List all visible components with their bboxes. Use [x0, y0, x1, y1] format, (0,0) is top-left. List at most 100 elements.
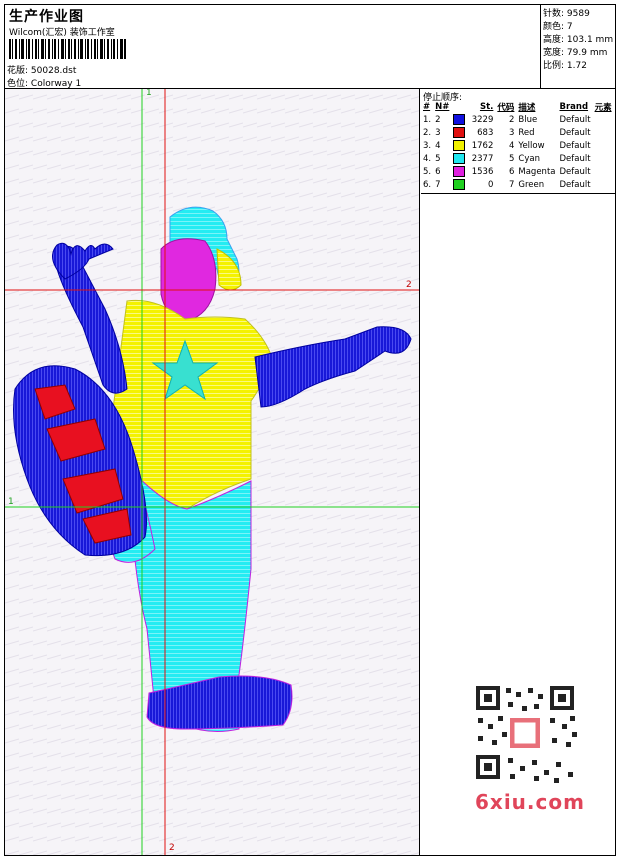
cell-needle: 6: [435, 166, 441, 177]
design-file-line: 花版: 50028.dst: [7, 63, 76, 76]
cell-brand: Default: [559, 179, 591, 190]
cell-code: 7: [508, 179, 515, 190]
stat-label: 针数:: [543, 9, 565, 19]
cell-code: 3: [508, 127, 515, 138]
stat-label: 宽度:: [543, 48, 565, 58]
cell-brand: Default: [559, 140, 591, 151]
col-header: N#: [435, 102, 450, 112]
cell-index: 5.: [423, 166, 432, 177]
cell-stitches: 2377: [452, 152, 496, 165]
stitch-count: 1762: [471, 141, 494, 151]
cell-element: [594, 152, 615, 165]
stat-stitches: 针数: 9589: [543, 6, 590, 19]
table-header-row: # N# St. 代码 描述 Brand 元素: [422, 101, 615, 113]
cell-index: 2.: [423, 127, 432, 138]
stat-label: 高度:: [543, 35, 565, 45]
col-header: Brand: [559, 102, 589, 112]
production-worksheet: 生产作业图 Wilcom(汇宏) 装饰工作室 花版: 50028.dst 色位:…: [0, 0, 620, 861]
cell-element: [594, 165, 615, 178]
page-title: 生产作业图: [9, 9, 84, 25]
stop-sequence-panel: 停止顺序: # N# St. 代码 描述 Brand 元素 1. 2 3229 2 Bl…: [421, 89, 615, 194]
table-row: 6. 7 0 7 Green Default: [422, 178, 615, 191]
cell-needle: 3: [435, 127, 441, 138]
stats-panel: 针数: 9589 颜色: 7 高度: 103.1 mm 宽度: 79.9 mm …: [541, 5, 615, 89]
cell-stitches: 0: [452, 178, 496, 191]
table-row: 3. 4 1762 4 Yellow Default: [422, 139, 615, 152]
cell-description: Yellow: [518, 140, 545, 151]
cell-needle: 2: [435, 114, 441, 125]
company-name: Wilcom(汇宏) 装饰工作室: [9, 28, 115, 38]
watermark-text: 6xiu.com: [475, 790, 585, 814]
col-header: #: [423, 102, 431, 112]
cell-description: Green: [518, 179, 545, 190]
stat-value: 1.72: [566, 61, 587, 71]
stat-value: 9589: [566, 9, 590, 19]
stat-value: 103.1 mm: [566, 35, 614, 45]
axis-label-h2: 2: [406, 280, 412, 290]
cell-element: [594, 178, 615, 191]
stat-width: 宽度: 79.9 mm: [543, 45, 607, 58]
cell-brand: Default: [559, 166, 591, 177]
qr-code-icon: [470, 680, 580, 785]
cell-brand: Default: [559, 127, 591, 138]
colorway-value: Colorway 1: [30, 79, 82, 89]
cell-stitches: 683: [452, 126, 496, 139]
cell-index: 3.: [423, 140, 432, 151]
table-row: 1. 2 3229 2 Blue Default: [422, 113, 615, 126]
color-swatch: [453, 114, 466, 125]
cell-description: Red: [518, 127, 535, 138]
cell-stitches: 3229: [452, 113, 496, 126]
cell-needle: 7: [435, 179, 441, 190]
colorway-label: 色位:: [7, 79, 29, 89]
cell-brand: Default: [559, 153, 591, 164]
stat-height: 高度: 103.1 mm: [543, 32, 613, 45]
stat-label: 比例:: [543, 61, 565, 71]
cell-index: 6.: [423, 179, 432, 190]
axis-label-h1: 1: [8, 497, 14, 507]
col-header: St.: [479, 102, 494, 112]
cell-description: Blue: [518, 114, 538, 125]
col-header: 代码: [497, 103, 515, 113]
stitch-count: 683: [477, 128, 494, 138]
cell-needle: 5: [435, 153, 441, 164]
embroidery-design-illustration: [5, 89, 419, 855]
design-label: 花版:: [7, 66, 29, 76]
colorway-line: 色位: Colorway 1: [7, 76, 81, 89]
stat-scale: 比例: 1.72: [543, 58, 587, 71]
color-swatch: [453, 127, 466, 138]
axis-label-v1: 1: [146, 89, 152, 98]
stat-value: 7: [566, 22, 573, 32]
col-header: 元素: [594, 103, 612, 113]
table-row: 5. 6 1536 6 Magenta Default: [422, 165, 615, 178]
stitch-count: 1536: [471, 167, 494, 177]
design-canvas: 1 2 1 2: [5, 89, 420, 855]
color-swatch: [453, 166, 466, 177]
cell-code: 2: [508, 114, 515, 125]
cell-code: 5: [508, 153, 515, 164]
stitch-count: 0: [487, 180, 494, 190]
cell-element: [594, 113, 615, 126]
axis-label-v2: 2: [169, 843, 175, 853]
cell-code: 6: [508, 166, 515, 177]
table-row: 4. 5 2377 5 Cyan Default: [422, 152, 615, 165]
cell-index: 4.: [423, 153, 432, 164]
cell-brand: Default: [559, 114, 591, 125]
cell-description: Cyan: [518, 153, 540, 164]
stop-sequence-table: # N# St. 代码 描述 Brand 元素 1. 2 3229 2 Blue Defa…: [422, 101, 615, 191]
cell-element: [594, 139, 615, 152]
stat-colors: 颜色: 7: [543, 19, 573, 32]
stat-value: 79.9 mm: [566, 48, 608, 58]
stat-label: 颜色:: [543, 22, 565, 32]
col-header: 描述: [518, 103, 536, 113]
stitch-count: 2377: [471, 154, 494, 164]
cell-needle: 4: [435, 140, 441, 151]
color-swatch: [453, 179, 466, 190]
cell-element: [594, 126, 615, 139]
color-swatch: [453, 140, 466, 151]
cell-stitches: 1536: [452, 165, 496, 178]
color-swatch: [453, 153, 466, 164]
cell-description: Magenta: [518, 166, 556, 177]
cell-code: 4: [508, 140, 515, 151]
table-row: 2. 3 683 3 Red Default: [422, 126, 615, 139]
barcode-icon: [9, 39, 126, 59]
